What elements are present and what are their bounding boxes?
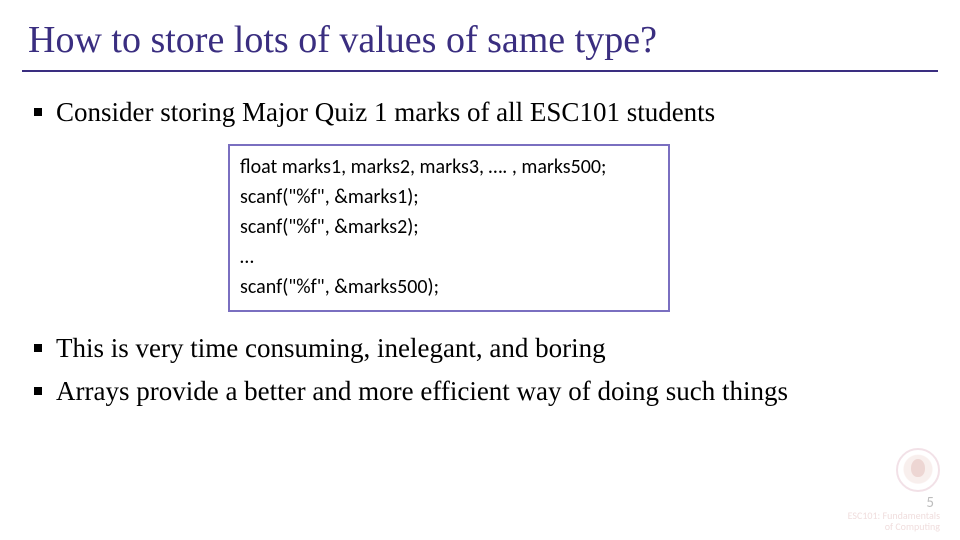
slide-title: How to store lots of values of same type… xyxy=(0,0,960,66)
bullet-text: Arrays provide a better and more efficie… xyxy=(56,373,788,409)
code-line: float marks1, marks2, marks3, …. , marks… xyxy=(240,152,658,182)
square-bullet-icon xyxy=(34,344,42,352)
code-line: … xyxy=(240,242,658,272)
bullet-text: This is very time consuming, inelegant, … xyxy=(56,330,606,366)
bullet-item: Arrays provide a better and more efficie… xyxy=(34,373,930,409)
slide-footer: 5 ESC101: Fundamentals of Computing xyxy=(848,448,940,532)
code-box: float marks1, marks2, marks3, …. , marks… xyxy=(228,144,670,312)
code-line: scanf("%f", &marks500); xyxy=(240,272,658,302)
code-line: scanf("%f", &marks1); xyxy=(240,182,658,212)
square-bullet-icon xyxy=(34,387,42,395)
course-tag-line: of Computing xyxy=(885,520,940,533)
bullet-text: Consider storing Major Quiz 1 marks of a… xyxy=(56,94,715,130)
slide-content: Consider storing Major Quiz 1 marks of a… xyxy=(0,72,960,409)
bullet-item: Consider storing Major Quiz 1 marks of a… xyxy=(34,94,930,130)
institution-logo-icon xyxy=(896,448,940,492)
square-bullet-icon xyxy=(34,108,42,116)
code-line: scanf("%f", &marks2); xyxy=(240,212,658,242)
course-tag: ESC101: Fundamentals of Computing xyxy=(848,510,940,532)
bullet-item: This is very time consuming, inelegant, … xyxy=(34,330,930,366)
